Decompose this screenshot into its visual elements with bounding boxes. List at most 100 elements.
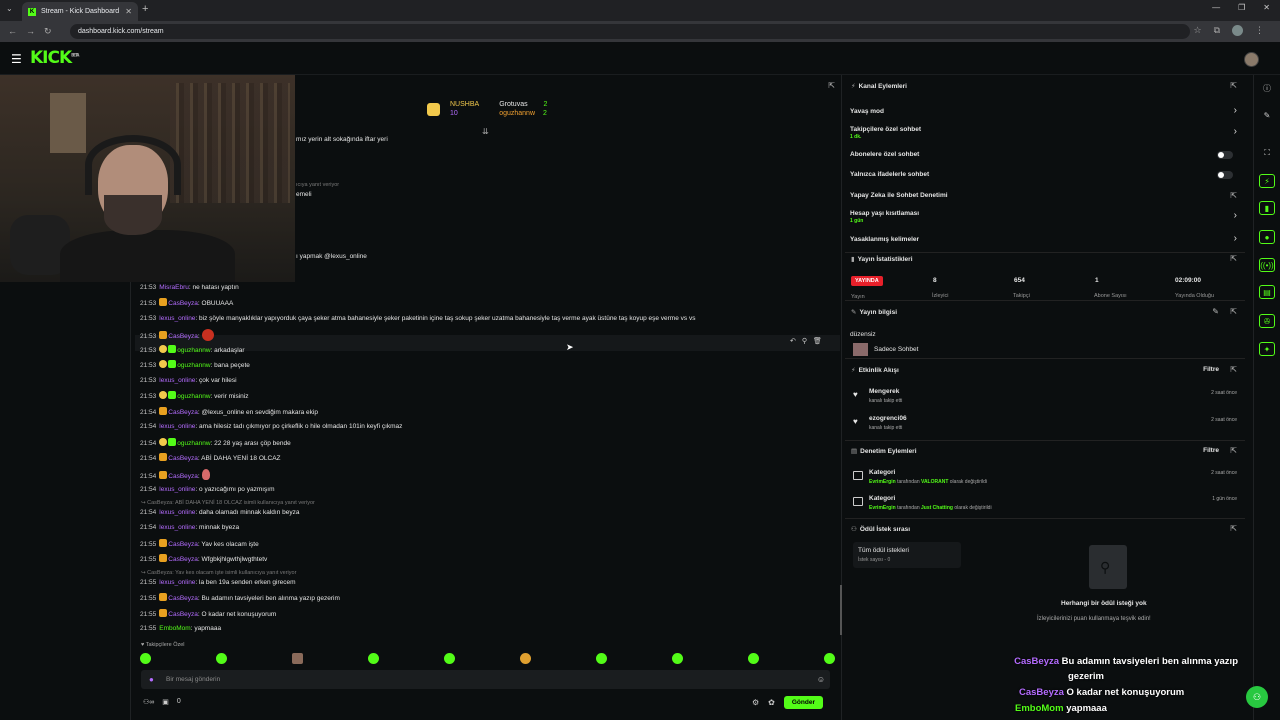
ai-moderation-label[interactable]: Yapay Zeka ile Sohbet Denetimi: [850, 192, 948, 199]
edit-icon[interactable]: ✎: [1259, 109, 1275, 123]
maximize-icon[interactable]: ❐: [1238, 3, 1245, 12]
chat-message[interactable]: 21:54 CasBeyza: ABİ DAHA YENİ 18 OLCAZ: [140, 453, 281, 463]
subs-only-toggle[interactable]: [1217, 151, 1233, 159]
user-avatar[interactable]: [1244, 52, 1259, 67]
chat-message[interactable]: 21:54 lexus_online: ama hilesiz tadı çıkm…: [140, 422, 402, 431]
hamburger-menu-icon[interactable]: ☰: [11, 52, 22, 66]
close-tab-icon[interactable]: ✕: [125, 7, 132, 16]
info-icon[interactable]: ⓘ: [1259, 82, 1275, 96]
popout-icon[interactable]: ⇱: [1230, 365, 1237, 374]
chat-popout-icon[interactable]: ⇱: [828, 81, 835, 90]
profile-avatar[interactable]: [1232, 25, 1243, 36]
chevron-right-icon[interactable]: ›: [1234, 105, 1237, 116]
chat-message[interactable]: 21:53 CasBeyza: OBUUAAA: [140, 298, 233, 308]
chat-message[interactable]: 21:55 EmboMom: yapmaaa: [140, 624, 221, 633]
followers-only-label[interactable]: Takipçilere özel sohbet: [850, 126, 921, 133]
banned-words-label[interactable]: Yasaklanmış kelimeler: [850, 236, 919, 243]
kick-logo[interactable]: KICKBETA: [30, 48, 79, 68]
moderation-list-icon[interactable]: ▤: [1259, 285, 1275, 299]
broadcast-icon[interactable]: ((•)): [1259, 258, 1275, 272]
emote-icon[interactable]: [140, 653, 151, 664]
chevron-right-icon[interactable]: ›: [1234, 210, 1237, 221]
chat-message[interactable]: 21:55 CasBeyza: Wfgbkjhlgwthjlwgthtetv: [140, 554, 267, 564]
emote-icon[interactable]: [748, 653, 759, 664]
chat-message[interactable]: 21:53 lexus_online: çok var hilesi: [140, 376, 237, 385]
chat-message[interactable]: 21:55 CasBeyza: Bu adamın tavsiyeleri ben…: [140, 593, 340, 603]
points-icon[interactable]: ⚇∞: [143, 698, 154, 706]
emote-icon[interactable]: [824, 653, 835, 664]
tab-search-icon[interactable]: ⌄: [6, 4, 13, 13]
delete-icon[interactable]: 🗑: [813, 337, 822, 345]
emoji-picker-icon[interactable]: ☺: [817, 670, 825, 689]
popout-icon[interactable]: ⇱: [1230, 307, 1237, 316]
new-tab-icon[interactable]: +: [142, 3, 148, 15]
chat-message[interactable]: 21:55 lexus_online: la ben 19a senden erk…: [140, 578, 296, 587]
chat-bubble-icon[interactable]: ●: [1259, 230, 1275, 244]
minimize-icon[interactable]: —: [1212, 3, 1220, 12]
emote-icon[interactable]: [596, 653, 607, 664]
lightning-icon[interactable]: ⚡: [1259, 174, 1275, 188]
chat-message[interactable]: 21:53 oguzhannw: bana peçete: [140, 360, 250, 370]
chat-message[interactable]: 21:53 oguzhannw: verir misiniz: [140, 391, 248, 401]
chat-message[interactable]: 21:55 CasBeyza: Yav kes olacam işte: [140, 539, 259, 549]
reply-icon[interactable]: ↶: [790, 337, 796, 345]
popout-icon[interactable]: ⇱: [1230, 446, 1237, 455]
scroll-down-icon[interactable]: ⇊: [482, 127, 489, 136]
external-link-icon[interactable]: ⇱: [1230, 191, 1237, 200]
browser-tab[interactable]: K Stream - Kick Dashboard ✕: [22, 2, 138, 21]
reward-box-icon[interactable]: ▣: [162, 698, 169, 706]
forward-icon[interactable]: →: [26, 26, 35, 36]
edit-pencil-icon[interactable]: ✎: [1212, 307, 1219, 316]
emote-icon[interactable]: [444, 653, 455, 664]
document-icon[interactable]: ▮: [1259, 201, 1275, 215]
bookmark-star-icon[interactable]: ☆: [1193, 25, 1201, 36]
event-user[interactable]: ezogrenci06: [869, 415, 907, 422]
fullscreen-icon[interactable]: ⛶: [1259, 146, 1275, 160]
chat-message[interactable]: 21:53 lexus_online: biz şöyle manyaklıkla…: [140, 314, 695, 323]
emote-only-toggle[interactable]: [1217, 171, 1233, 179]
extensions-icon[interactable]: ⧉: [1214, 25, 1220, 36]
chat-message-input[interactable]: ● Bir mesaj gönderin ☺: [141, 670, 830, 689]
menu-dots-icon[interactable]: ⋮: [1255, 25, 1264, 36]
settings-gear-icon[interactable]: ⚙: [752, 698, 759, 707]
chevron-right-icon[interactable]: ›: [1234, 126, 1237, 137]
reload-icon[interactable]: ↻: [44, 26, 52, 37]
mic-icon[interactable]: ●: [149, 670, 154, 689]
chat-scrollbar[interactable]: [840, 585, 842, 635]
emote-icon[interactable]: [368, 653, 379, 664]
emote-settings-icon[interactable]: ✿: [768, 698, 775, 707]
gifter-name[interactable]: NUSHBA: [450, 101, 479, 108]
chat-message[interactable]: 21:54 oguzhannw: 22 28 yaş arası çöp bend…: [140, 438, 291, 448]
url-field[interactable]: dashboard.kick.com/stream: [70, 24, 1190, 39]
chat-message[interactable]: 21:53 CasBeyza:: [140, 329, 214, 341]
filter-button[interactable]: Filtre: [1203, 366, 1219, 373]
popout-icon[interactable]: ⇱: [1230, 81, 1237, 90]
slow-mode-label[interactable]: Yavaş mod: [850, 108, 884, 115]
emote-icon[interactable]: [216, 653, 227, 664]
pin-icon[interactable]: ⚲: [802, 337, 807, 345]
chat-message[interactable]: 21:54 CasBeyza:: [140, 469, 210, 481]
emote-icon[interactable]: [520, 653, 531, 664]
chat-message[interactable]: 21:54 lexus_online: daha olamadı minnak k…: [140, 508, 300, 517]
chat-message[interactable]: 21:54 CasBeyza: @lexus_online en sevdiğim…: [140, 407, 318, 417]
rewards-icon[interactable]: ✦: [1259, 342, 1275, 356]
wrench-icon[interactable]: ✇: [1259, 314, 1275, 328]
all-reward-requests-tab[interactable]: Tüm ödül istekleri İstek sayısı - 0: [853, 542, 961, 568]
popout-icon[interactable]: ⇱: [1230, 254, 1237, 263]
send-button[interactable]: Gönder: [783, 696, 823, 709]
chat-message[interactable]: 21:54 lexus_online: minnak byeza: [140, 523, 239, 532]
support-chat-button[interactable]: ⚇: [1246, 686, 1268, 708]
emote-icon[interactable]: [292, 653, 303, 664]
back-icon[interactable]: ←: [8, 26, 17, 36]
chevron-right-icon[interactable]: ›: [1234, 233, 1237, 244]
gifter-name[interactable]: Grotuvas: [499, 101, 527, 108]
chat-message[interactable]: 21:53 MisraEbru: ne hatası yaptın: [140, 283, 239, 292]
chat-message[interactable]: 21:54 lexus_online: o yazıcağımı po yazmı…: [140, 485, 275, 494]
account-age-label[interactable]: Hesap yaşı kısıtlaması: [850, 210, 919, 217]
chat-message[interactable]: 21:53 oguzhannw: arkadaşlar: [140, 345, 245, 355]
event-user[interactable]: Mengerek: [869, 388, 899, 395]
chat-message[interactable]: 21:55 CasBeyza: O kadar net konuşuyorum: [140, 609, 276, 619]
gifter-name[interactable]: oguzhannw: [499, 110, 535, 117]
close-window-icon[interactable]: ✕: [1263, 3, 1270, 12]
filter-button[interactable]: Filtre: [1203, 447, 1219, 454]
